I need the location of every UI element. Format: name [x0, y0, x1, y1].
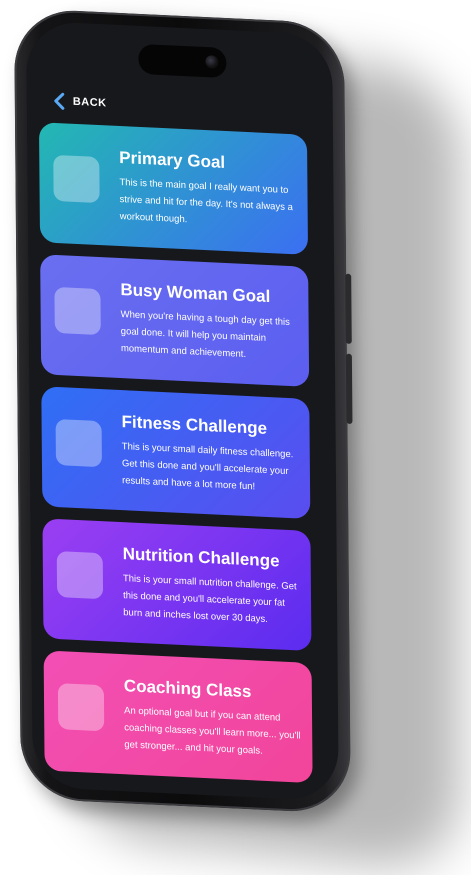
goal-checkbox[interactable] [53, 154, 100, 204]
volume-button [345, 273, 352, 344]
goal-description: An optional goal but if you can attend c… [124, 705, 301, 757]
goal-title: Nutrition Challenge [122, 544, 280, 571]
power-button [345, 353, 353, 424]
goal-title: Fitness Challenge [121, 412, 268, 438]
goal-description: This is your small nutrition challenge. … [122, 573, 297, 626]
goal-description: This is your small daily fitness challen… [121, 441, 294, 493]
phone-mockup: BACK Primary Goal This is the main goal … [14, 8, 353, 814]
goal-card-nutrition-challenge[interactable]: Nutrition Challenge This is your small n… [42, 518, 312, 652]
app-showcase: BACK Primary Goal This is the main goal … [0, 0, 471, 875]
back-label: BACK [72, 95, 107, 110]
goal-card-busy-woman[interactable]: Busy Woman Goal When you're having a tou… [40, 254, 310, 387]
goal-checkbox[interactable] [55, 418, 102, 468]
goal-checkbox[interactable] [54, 286, 101, 336]
goal-description: This is the main goal I really want you … [119, 176, 293, 226]
goal-card-primary[interactable]: Primary Goal This is the main goal I rea… [38, 122, 309, 255]
goal-card-coaching-class[interactable]: Coaching Class An optional goal but if y… [43, 650, 313, 784]
goal-title: Primary Goal [119, 147, 226, 172]
goal-title: Coaching Class [123, 676, 252, 702]
goal-checkbox[interactable] [56, 551, 104, 600]
goal-description: When you're having a tough day get this … [120, 309, 290, 360]
chevron-left-icon [54, 92, 65, 110]
dynamic-island [138, 43, 227, 79]
goal-checkbox[interactable] [57, 683, 105, 732]
goal-card-fitness-challenge[interactable]: Fitness Challenge This is your small dai… [41, 386, 311, 520]
phone-screen: BACK Primary Goal This is the main goal … [26, 20, 339, 802]
camera-icon [205, 55, 219, 69]
goal-list: Primary Goal This is the main goal I rea… [38, 122, 313, 795]
back-button[interactable]: BACK [53, 92, 107, 113]
goal-title: Busy Woman Goal [120, 280, 271, 307]
